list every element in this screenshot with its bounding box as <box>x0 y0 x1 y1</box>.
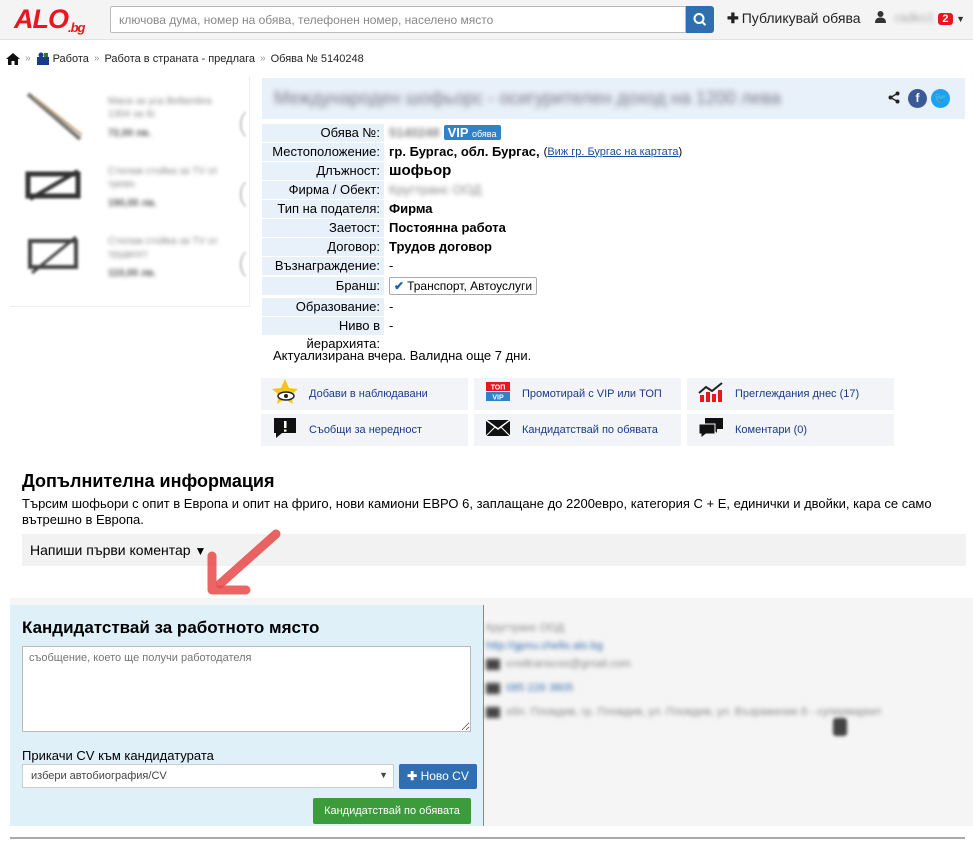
views-today[interactable]: Преглеждания днес (17) <box>687 378 894 410</box>
company-value[interactable]: Кругтранс ООД <box>389 182 481 197</box>
breadcrumb-item[interactable]: Работа в страната - предлага <box>104 53 255 65</box>
detail-row: Фирма / Обект: Кругтранс ООД <box>262 180 682 199</box>
salary-value: - <box>389 258 394 273</box>
share-icon[interactable] <box>888 91 900 107</box>
breadcrumb: » Работа » Работа в страната - предлага … <box>6 52 364 65</box>
plus-icon: ✚ <box>407 769 418 783</box>
apply-form: Кандидатствай за работното място Прикачи… <box>10 605 483 826</box>
user-icon <box>875 11 886 23</box>
company-email[interactable]: crodtranscoo@gmail.com <box>506 658 631 670</box>
vip-badge: VIP обява <box>443 125 501 140</box>
detail-row: Обява №: 5140248 VIP обява <box>262 123 682 142</box>
location-value: гр. Бургас, обл. Бургас, <box>389 144 540 159</box>
detail-row: Длъжност: шофьор <box>262 161 682 180</box>
search-icon <box>693 13 707 26</box>
detail-row: Ниво в йерархията: - <box>262 316 682 351</box>
home-icon[interactable] <box>6 52 20 65</box>
updated-note: Актуализирана вчера. Валидна още 7 дни. <box>273 348 532 363</box>
related-thumbnail <box>28 235 78 275</box>
site-logo[interactable]: ALO.bg <box>14 4 85 35</box>
company-name: Кругтранс ООД <box>486 622 565 634</box>
new-cv-button[interactable]: ✚ Ново CV <box>399 764 477 789</box>
twitter-icon[interactable]: 🐦 <box>931 89 950 108</box>
chart-icon <box>687 381 735 408</box>
star-eye-icon <box>261 378 309 411</box>
education-value: - <box>389 299 394 314</box>
plus-icon: ✚ <box>727 10 739 26</box>
apply-title: Кандидатствай за работното място <box>22 618 320 637</box>
svg-text:VIP: VIP <box>492 394 504 401</box>
detail-row: Бранш: ✔ Транспорт, Автоуслуги <box>262 275 682 297</box>
envelope-icon <box>474 418 522 443</box>
user-menu[interactable]: radko1 2 ▼ <box>874 10 965 25</box>
search-input[interactable]: ключова дума, номер на обява, телефонен … <box>110 6 686 33</box>
employment-value: Постоянна работа <box>389 220 506 235</box>
phone-icon <box>486 682 500 694</box>
detail-row: Договор: Трудов договор <box>262 237 682 256</box>
related-listings: Маса за уса Bellambra 1304 за бг. 72,00 л… <box>10 77 250 307</box>
poster-type-value: Фирма <box>389 201 433 216</box>
company-website[interactable]: http://gpnu.chello.alo.bg <box>486 640 882 652</box>
detail-row: Заетост: Постоянна работа <box>262 218 682 237</box>
related-thumbnail <box>25 169 81 201</box>
comments-icon <box>687 416 735 445</box>
industry-tag[interactable]: ✔ Транспорт, Автоуслуги <box>389 277 538 295</box>
search-button[interactable] <box>686 6 714 33</box>
write-comment-toggle[interactable]: Напиши първи коментар ▼ <box>22 534 966 566</box>
company-phone[interactable]: 085 226 3805 <box>506 682 573 694</box>
facebook-icon[interactable]: f <box>908 89 927 108</box>
svg-text:ТОП: ТОП <box>491 384 506 391</box>
listing-title-bar: Международен шофьорс - осигурителен дохо… <box>262 78 965 119</box>
additional-info-text: Търсим шофьори с опит в Европа и опит на… <box>22 496 932 527</box>
check-icon: ✔ <box>394 279 405 293</box>
red-arrow-icon <box>207 529 281 595</box>
job-icon <box>36 52 49 65</box>
message-textarea[interactable] <box>22 646 471 732</box>
divider <box>483 605 484 826</box>
listing-details: Обява №: 5140248 VIP обява Местоположени… <box>262 123 682 351</box>
alert-icon <box>261 416 309 445</box>
publish-listing-button[interactable]: ✚ Публикувай обява <box>727 10 861 27</box>
detail-row: Тип на подателя: Фирма <box>262 199 682 218</box>
position-value: шофьор <box>389 162 452 179</box>
related-thumbnail <box>26 92 83 141</box>
breadcrumb-current: Обява № 5140248 <box>270 52 364 65</box>
related-item[interactable]: Стелаж стойка за ТV от трево. 190,00 лв. … <box>10 153 250 223</box>
divider <box>10 837 965 839</box>
related-item[interactable]: Стелаж стойка за ТV от трудкост 110,00 лв… <box>10 223 250 293</box>
username: radko1 <box>894 10 935 25</box>
submit-application-button[interactable]: Кандидатствай по обявата <box>313 798 471 824</box>
top-header: ALO.bg ключова дума, номер на обява, тел… <box>0 0 973 40</box>
related-item[interactable]: Маса за уса Bellambra 1304 за бг. 72,00 л… <box>10 83 250 153</box>
listing-title: Международен шофьорс - осигурителен дохо… <box>274 88 781 108</box>
company-contact: Кругтранс ООД http://gpnu.chello.alo.bg … <box>486 616 882 724</box>
company-address: обл. Пловдив, гр. Пловдив, ул. Пловдив, … <box>506 706 882 718</box>
additional-info-title: Допълнителна информация <box>22 471 275 491</box>
report-button[interactable]: Съобщи за нередност <box>261 414 468 446</box>
listing-number: 5140248 <box>389 125 440 140</box>
home-icon <box>486 706 500 718</box>
cv-label: Прикачи CV към кандидатурата <box>22 748 214 763</box>
contract-value: Трудов договор <box>389 239 492 254</box>
top-vip-icon: ТОП VIP <box>474 381 522 408</box>
map-link[interactable]: Виж гр. Бургас на картата <box>547 146 678 158</box>
chevron-down-icon[interactable]: ▼ <box>956 14 965 24</box>
cv-select[interactable]: избери автобиография/CV ▼ <box>22 764 394 788</box>
notification-badge[interactable]: 2 <box>938 13 953 25</box>
detail-row: Местоположение: гр. Бургас, обл. Бургас,… <box>262 142 682 161</box>
comments-button[interactable]: Коментари (0) <box>687 414 894 446</box>
promote-button[interactable]: ТОП VIP Промотирай с VIP или ТОП <box>474 378 681 410</box>
detail-row: Образование: - <box>262 297 682 316</box>
watch-button[interactable]: Добави в наблюдавани <box>261 378 468 410</box>
apply-button[interactable]: Кандидатствай по обявата <box>474 414 681 446</box>
cursor-icon <box>833 718 847 736</box>
breadcrumb-item[interactable]: Работа <box>53 53 89 65</box>
email-icon <box>486 658 500 670</box>
hierarchy-value: - <box>389 318 394 333</box>
detail-row: Възнаграждение: - <box>262 256 682 275</box>
chevron-down-icon: ▼ <box>379 770 388 780</box>
